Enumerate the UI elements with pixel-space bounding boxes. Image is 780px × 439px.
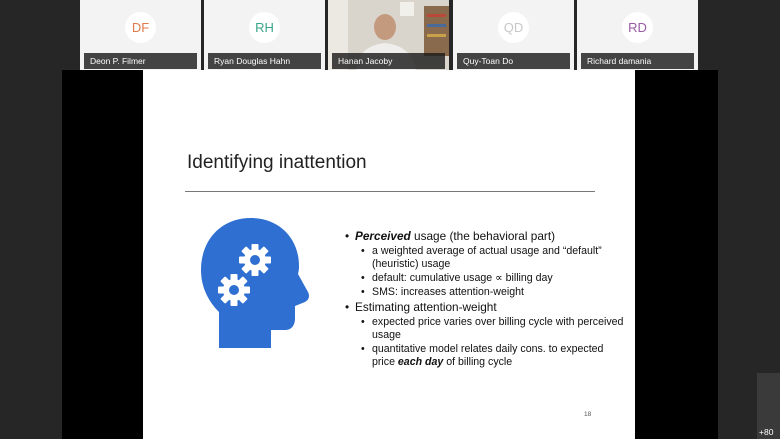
- participant-tile-richard[interactable]: RD Richard damania: [577, 0, 698, 70]
- slide-bullets: Perceived usage (the behavioral part) a …: [345, 230, 625, 370]
- slide-page-number: 18: [584, 411, 592, 418]
- slide-title: Identifying inattention: [187, 152, 367, 173]
- participant-tile-hanan[interactable]: Hanan Jacoby: [328, 0, 449, 70]
- sub-bullet: SMS: increases attention-weight: [355, 286, 625, 299]
- avatar: QD: [498, 12, 529, 43]
- more-participants-count: +80: [759, 427, 774, 437]
- sub-bullet: default: cumulative usage ∝ billing day: [355, 272, 625, 285]
- more-participants-button[interactable]: +80: [757, 373, 780, 439]
- participant-name: Hanan Jacoby: [332, 53, 445, 69]
- sub-bullet: expected price varies over billing cycle…: [355, 316, 625, 342]
- participant-name: Ryan Douglas Hahn: [208, 53, 321, 69]
- title-divider: [185, 191, 595, 192]
- sub-bullet: quantitative model relates daily cons. t…: [355, 343, 625, 369]
- avatar: RD: [622, 12, 653, 43]
- participant-name: Quy-Toan Do: [457, 53, 570, 69]
- participant-tile-quy[interactable]: QD Quy-Toan Do: [453, 0, 574, 70]
- sub-bullet: a weighted average of actual usage and “…: [355, 245, 625, 271]
- bullet-attention-weight: Estimating attention-weight: [345, 301, 625, 315]
- participant-tile-ryan[interactable]: RH Ryan Douglas Hahn: [204, 0, 325, 70]
- participant-strip: DF Deon P. Filmer RH Ryan Douglas Hahn H…: [0, 0, 780, 70]
- bullet-perceived-usage: Perceived usage (the behavioral part): [345, 230, 625, 244]
- presentation-slide: Identifying inattention Perceived usage: [143, 70, 635, 439]
- avatar: DF: [125, 12, 156, 43]
- avatar: RH: [249, 12, 280, 43]
- participant-name: Richard damania: [581, 53, 694, 69]
- participant-name: Deon P. Filmer: [84, 53, 197, 69]
- participant-tile-deon[interactable]: DF Deon P. Filmer: [80, 0, 201, 70]
- head-with-gears-icon: [201, 218, 309, 348]
